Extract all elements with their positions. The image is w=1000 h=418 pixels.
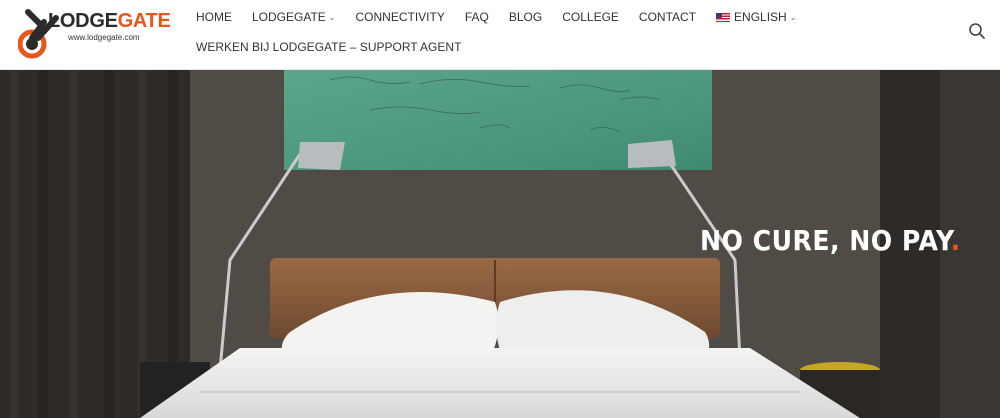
logo-url: www.lodgegate.com [68, 33, 140, 42]
chevron-down-icon: ⌄ [328, 12, 336, 22]
hero-tagline: NO CURE, NO PAY. [700, 224, 961, 257]
us-flag-icon [716, 12, 731, 22]
lodgegate-logo[interactable]: LODGEGATE www.lodgegate.com [18, 8, 183, 60]
nav-college[interactable]: COLLEGE [562, 10, 619, 24]
nav-home[interactable]: HOME [196, 10, 232, 24]
nav-contact[interactable]: CONTACT [639, 10, 696, 24]
nav-language[interactable]: ENGLISH ⌄ [716, 10, 796, 24]
nav-connectivity[interactable]: CONNECTIVITY [356, 10, 445, 24]
main-nav: HOME LODGEGATE ⌄ CONNECTIVITY FAQ BLOG CO… [196, 10, 816, 24]
logo-wordmark: LODGEGATE [48, 10, 171, 32]
hero-banner: NO CURE, NO PAY. [0, 70, 1000, 418]
nav-careers-link[interactable]: WERKEN BIJ LODGEGATE – SUPPORT AGENT [196, 40, 461, 54]
nav-lodgegate[interactable]: LODGEGATE ⌄ [252, 10, 336, 24]
nav-faq[interactable]: FAQ [465, 10, 489, 24]
nav-blog[interactable]: BLOG [509, 10, 542, 24]
site-header: LODGEGATE www.lodgegate.com HOME LODGEGA… [0, 0, 1000, 70]
search-icon[interactable] [968, 22, 986, 40]
chevron-down-icon: ⌄ [789, 12, 797, 22]
